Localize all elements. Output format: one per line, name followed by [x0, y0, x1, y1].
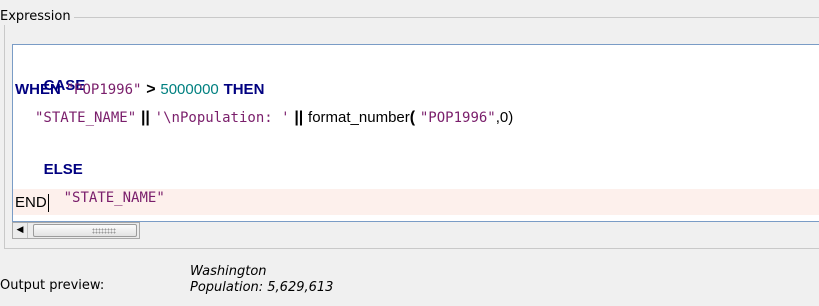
code-line-5: "STATE_NAME"	[35, 161, 165, 206]
code-line-4: ELSE	[15, 133, 83, 178]
operator-greater-than: >	[146, 81, 156, 98]
args-rest: ,0)	[495, 109, 514, 126]
string-literal: '\nPopulation: '	[154, 110, 290, 126]
expression-dialog: Expression CASE WHEN "POP1996" > 5000000…	[0, 0, 819, 306]
keyword-when: WHEN	[15, 81, 61, 98]
field-state-name-else: "STATE_NAME"	[63, 190, 165, 206]
output-preview-label: Output preview:	[0, 278, 105, 293]
text-caret	[47, 193, 49, 212]
preview-line-1: Washington	[190, 264, 267, 279]
field-pop1996-arg: "POP1996"	[419, 110, 496, 126]
horizontal-scrollbar[interactable]: ◀	[12, 222, 140, 239]
field-state-name: "STATE_NAME"	[35, 110, 137, 126]
scroll-left-arrow-icon[interactable]: ◀	[13, 223, 28, 238]
number-literal: 5000000	[160, 81, 219, 98]
field-pop1996: "POP1996"	[65, 82, 142, 98]
group-title: Expression	[0, 9, 74, 25]
output-preview-value: Washington Population: 5,629,613	[190, 264, 333, 296]
keyword-then: THEN	[223, 81, 265, 98]
operator-concat: ||	[140, 109, 150, 126]
expression-editor[interactable]: CASE WHEN "POP1996" > 5000000 THEN "STAT…	[12, 44, 819, 222]
code-line-6: END	[15, 190, 49, 214]
code-line-1: CASE	[15, 49, 86, 94]
grip-icon	[92, 228, 116, 234]
scroll-thumb[interactable]	[33, 224, 137, 237]
open-paren: (	[409, 109, 416, 126]
operator-concat: ||	[294, 109, 304, 126]
code-line-3: "STATE_NAME" || '\nPopulation: ' || form…	[35, 105, 513, 129]
code-line-2: WHEN "POP1996" > 5000000 THEN	[15, 77, 264, 101]
keyword-end: END	[15, 194, 47, 211]
function-format-number: format_number	[308, 109, 410, 126]
preview-line-2: Population: 5,629,613	[190, 280, 334, 295]
